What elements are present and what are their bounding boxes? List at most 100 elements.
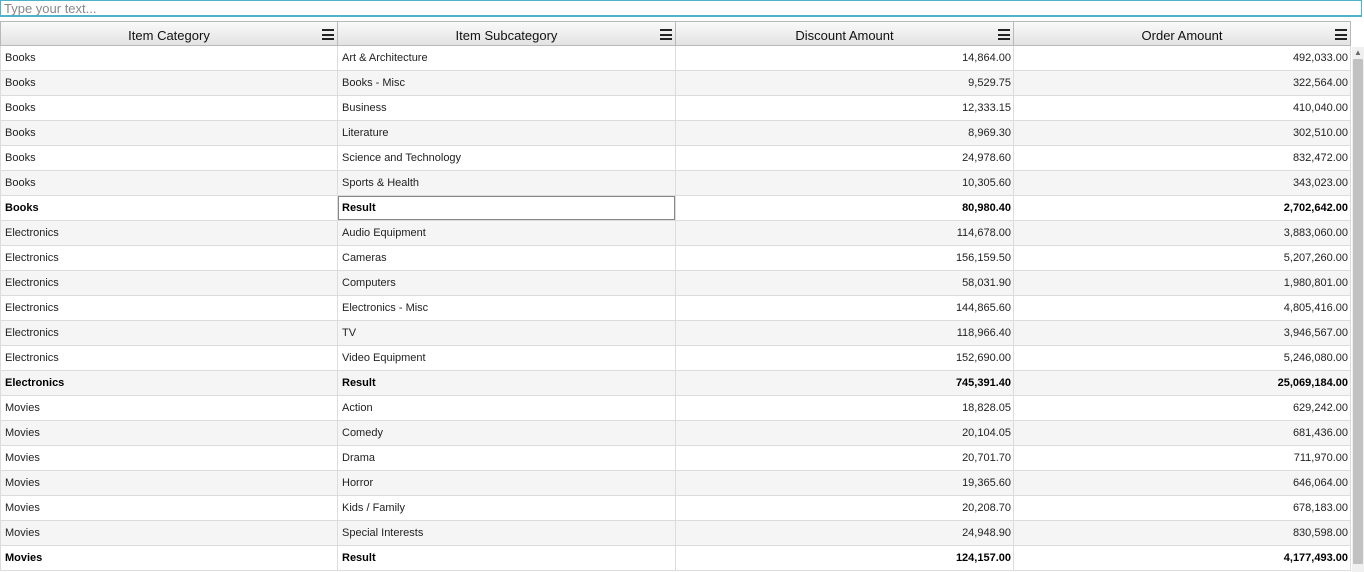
- hamburger-menu-icon[interactable]: [998, 29, 1010, 40]
- table-row[interactable]: Movies Horror 19,365.60 646,064.00: [0, 471, 1351, 496]
- table-row[interactable]: Electronics Video Equipment 152,690.00 5,24…: [0, 346, 1351, 371]
- table-row[interactable]: Books Science and Technology 24,978.60 832,…: [0, 146, 1351, 171]
- cell-discount-amount[interactable]: 24,978.60: [676, 146, 1014, 171]
- search-input[interactable]: [0, 0, 1362, 17]
- scroll-up-arrow-icon[interactable]: ▲: [1354, 49, 1362, 57]
- hamburger-menu-icon[interactable]: [322, 29, 334, 40]
- cell-discount-amount[interactable]: 156,159.50: [676, 246, 1014, 271]
- table-row[interactable]: Electronics Electronics - Misc 144,865.60 4…: [0, 296, 1351, 321]
- cell-item-subcategory[interactable]: Horror: [338, 471, 676, 496]
- cell-order-amount[interactable]: 1,980,801.00: [1014, 271, 1351, 296]
- cell-item-subcategory[interactable]: Art & Architecture: [338, 46, 676, 71]
- cell-item-subcategory[interactable]: Books - Misc: [338, 71, 676, 96]
- cell-item-subcategory[interactable]: Literature: [338, 121, 676, 146]
- table-row[interactable]: Electronics Audio Equipment 114,678.00 3,88…: [0, 221, 1351, 246]
- cell-discount-amount[interactable]: 152,690.00: [676, 346, 1014, 371]
- cell-discount-amount[interactable]: 20,208.70: [676, 496, 1014, 521]
- subtotal-row[interactable]: Electronics Result 745,391.40 25,069,184.00: [0, 371, 1351, 396]
- table-row[interactable]: Electronics Cameras 156,159.50 5,207,260.00: [0, 246, 1351, 271]
- cell-item-category[interactable]: Movies: [0, 521, 338, 546]
- cell-order-amount[interactable]: 2,702,642.00: [1014, 196, 1351, 221]
- cell-order-amount[interactable]: 322,564.00: [1014, 71, 1351, 96]
- hamburger-menu-icon[interactable]: [1335, 29, 1347, 40]
- cell-order-amount[interactable]: 5,246,080.00: [1014, 346, 1351, 371]
- cell-item-subcategory[interactable]: Electronics - Misc: [338, 296, 676, 321]
- cell-item-category[interactable]: Books: [0, 146, 338, 171]
- cell-discount-amount[interactable]: 9,529.75: [676, 71, 1014, 96]
- cell-order-amount[interactable]: 5,207,260.00: [1014, 246, 1351, 271]
- cell-discount-amount[interactable]: 20,701.70: [676, 446, 1014, 471]
- cell-discount-amount[interactable]: 58,031.90: [676, 271, 1014, 296]
- table-row[interactable]: Books Books - Misc 9,529.75 322,564.00: [0, 71, 1351, 96]
- cell-item-category[interactable]: Books: [0, 171, 338, 196]
- table-row[interactable]: Books Sports & Health 10,305.60 343,023.00: [0, 171, 1351, 196]
- cell-item-category[interactable]: Books: [0, 71, 338, 96]
- cell-item-category[interactable]: Movies: [0, 421, 338, 446]
- cell-order-amount[interactable]: 3,883,060.00: [1014, 221, 1351, 246]
- cell-order-amount[interactable]: 629,242.00: [1014, 396, 1351, 421]
- cell-item-category[interactable]: Books: [0, 121, 338, 146]
- table-row[interactable]: Movies Drama 20,701.70 711,970.00: [0, 446, 1351, 471]
- cell-item-subcategory[interactable]: Video Equipment: [338, 346, 676, 371]
- cell-discount-amount[interactable]: 24,948.90: [676, 521, 1014, 546]
- cell-order-amount[interactable]: 302,510.00: [1014, 121, 1351, 146]
- cell-item-category[interactable]: Movies: [0, 546, 338, 571]
- table-row[interactable]: Electronics TV 118,966.40 3,946,567.00: [0, 321, 1351, 346]
- cell-item-category[interactable]: Movies: [0, 396, 338, 421]
- cell-item-subcategory[interactable]: Audio Equipment: [338, 221, 676, 246]
- cell-item-category[interactable]: Books: [0, 46, 338, 71]
- cell-item-category[interactable]: Electronics: [0, 346, 338, 371]
- hamburger-menu-icon[interactable]: [660, 29, 672, 40]
- cell-item-category[interactable]: Movies: [0, 471, 338, 496]
- cell-order-amount[interactable]: 646,064.00: [1014, 471, 1351, 496]
- cell-discount-amount[interactable]: 14,864.00: [676, 46, 1014, 71]
- cell-discount-amount[interactable]: 118,966.40: [676, 321, 1014, 346]
- cell-item-category[interactable]: Electronics: [0, 246, 338, 271]
- table-row[interactable]: Books Business 12,333.15 410,040.00: [0, 96, 1351, 121]
- cell-order-amount[interactable]: 4,805,416.00: [1014, 296, 1351, 321]
- cell-item-category[interactable]: Electronics: [0, 321, 338, 346]
- cell-order-amount[interactable]: 4,177,493.00: [1014, 546, 1351, 571]
- cell-item-category[interactable]: Books: [0, 96, 338, 121]
- cell-discount-amount[interactable]: 10,305.60: [676, 171, 1014, 196]
- table-row[interactable]: Books Literature 8,969.30 302,510.00: [0, 121, 1351, 146]
- cell-discount-amount[interactable]: 18,828.05: [676, 396, 1014, 421]
- table-row[interactable]: Movies Action 18,828.05 629,242.00: [0, 396, 1351, 421]
- table-row[interactable]: Movies Special Interests 24,948.90 830,598.…: [0, 521, 1351, 546]
- cell-item-category[interactable]: Electronics: [0, 296, 338, 321]
- cell-order-amount[interactable]: 343,023.00: [1014, 171, 1351, 196]
- subtotal-row[interactable]: Movies Result 124,157.00 4,177,493.00: [0, 546, 1351, 571]
- table-row[interactable]: Movies Comedy 20,104.05 681,436.00: [0, 421, 1351, 446]
- cell-item-subcategory[interactable]: Business: [338, 96, 676, 121]
- cell-discount-amount[interactable]: 745,391.40: [676, 371, 1014, 396]
- cell-order-amount[interactable]: 3,946,567.00: [1014, 321, 1351, 346]
- cell-order-amount[interactable]: 830,598.00: [1014, 521, 1351, 546]
- cell-item-category[interactable]: Electronics: [0, 371, 338, 396]
- table-row[interactable]: Electronics Computers 58,031.90 1,980,801.0…: [0, 271, 1351, 296]
- cell-item-subcategory[interactable]: Special Interests: [338, 521, 676, 546]
- column-header-item-category[interactable]: Item Category: [0, 21, 338, 46]
- cell-item-subcategory[interactable]: Kids / Family: [338, 496, 676, 521]
- cell-discount-amount[interactable]: 12,333.15: [676, 96, 1014, 121]
- cell-item-subcategory[interactable]: Result: [338, 546, 676, 571]
- vertical-scrollbar[interactable]: ▲: [1352, 47, 1364, 572]
- column-header-discount-amount[interactable]: Discount Amount: [676, 21, 1014, 46]
- cell-order-amount[interactable]: 832,472.00: [1014, 146, 1351, 171]
- table-row[interactable]: Movies Kids / Family 20,208.70 678,183.00: [0, 496, 1351, 521]
- cell-item-subcategory[interactable]: Drama: [338, 446, 676, 471]
- cell-item-category[interactable]: Movies: [0, 496, 338, 521]
- table-row[interactable]: Books Art & Architecture 14,864.00 492,033.…: [0, 46, 1351, 71]
- cell-item-subcategory[interactable]: Result: [338, 371, 676, 396]
- cell-item-subcategory[interactable]: Cameras: [338, 246, 676, 271]
- cell-item-category[interactable]: Movies: [0, 446, 338, 471]
- cell-discount-amount[interactable]: 114,678.00: [676, 221, 1014, 246]
- cell-order-amount[interactable]: 410,040.00: [1014, 96, 1351, 121]
- cell-item-subcategory[interactable]: Computers: [338, 271, 676, 296]
- cell-discount-amount[interactable]: 144,865.60: [676, 296, 1014, 321]
- cell-discount-amount[interactable]: 8,969.30: [676, 121, 1014, 146]
- cell-item-category[interactable]: Electronics: [0, 221, 338, 246]
- cell-discount-amount[interactable]: 80,980.40: [676, 196, 1014, 221]
- column-header-order-amount[interactable]: Order Amount: [1014, 21, 1351, 46]
- cell-order-amount[interactable]: 711,970.00: [1014, 446, 1351, 471]
- cell-item-category[interactable]: Books: [0, 196, 338, 221]
